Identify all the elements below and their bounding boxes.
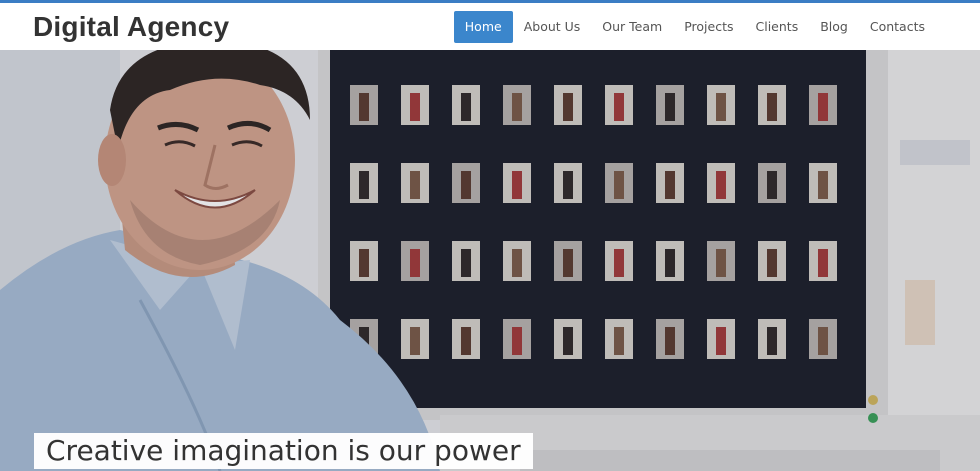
nav-item-home[interactable]: Home xyxy=(453,11,513,43)
nav-item-about-us[interactable]: About Us xyxy=(513,11,592,43)
site-logo[interactable]: Digital Agency xyxy=(33,11,229,43)
hero-banner: Creative imagination is our power xyxy=(0,50,980,471)
nav-item-our-team[interactable]: Our Team xyxy=(591,11,673,43)
nav-item-blog[interactable]: Blog xyxy=(809,11,859,43)
main-nav: Home About Us Our Team Projects Clients … xyxy=(453,11,936,43)
site-header: Digital Agency Home About Us Our Team Pr… xyxy=(0,3,980,50)
nav-item-clients[interactable]: Clients xyxy=(745,11,810,43)
nav-item-projects[interactable]: Projects xyxy=(673,11,744,43)
nav-item-contacts[interactable]: Contacts xyxy=(859,11,936,43)
hero-tagline: Creative imagination is our power xyxy=(34,433,533,469)
hero-overlay xyxy=(0,50,980,471)
